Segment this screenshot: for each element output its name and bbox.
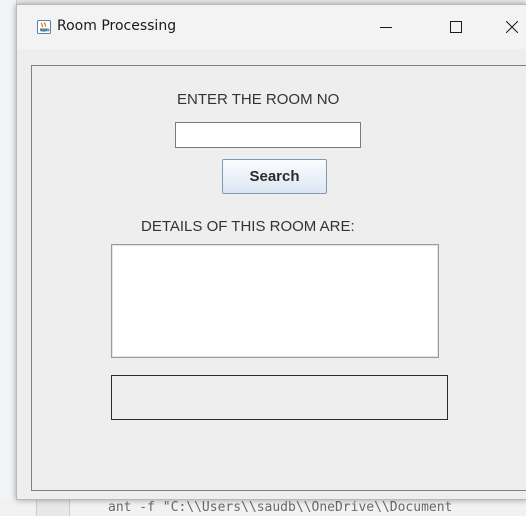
room-number-input[interactable] — [175, 122, 361, 148]
room-details-label: DETAILS OF THIS ROOM ARE: — [141, 218, 355, 235]
room-number-label: ENTER THE ROOM NO — [177, 91, 340, 108]
maximize-icon — [450, 21, 462, 33]
minimize-button[interactable] — [363, 5, 409, 49]
result-field — [111, 375, 448, 420]
search-button[interactable]: Search — [222, 159, 327, 194]
background-sidebar — [0, 0, 17, 516]
close-icon — [506, 21, 518, 33]
window-title: Room Processing — [57, 18, 177, 34]
java-app-icon — [37, 19, 51, 34]
maximize-button[interactable] — [433, 5, 479, 49]
title-bar[interactable]: Room Processing — [17, 5, 526, 49]
background-gutter — [36, 499, 70, 516]
room-details-textarea[interactable] — [111, 244, 439, 358]
close-button[interactable] — [489, 5, 526, 49]
background-code-line: ant -f "C:\\Users\\saudb\\OneDrive\\Docu… — [108, 500, 453, 515]
minimize-icon — [380, 27, 392, 28]
room-processing-window: Room Processing ENTER THE ROOM NO Search… — [16, 4, 526, 500]
